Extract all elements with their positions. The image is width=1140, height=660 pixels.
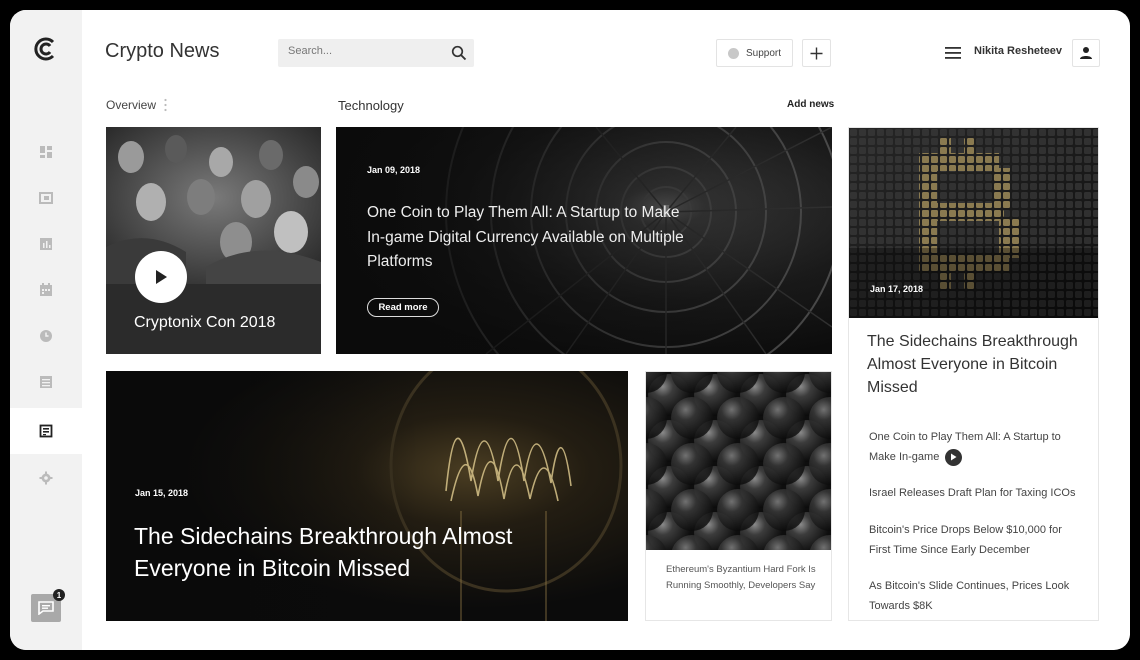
related-article-title: One Coin to Play Them All: A Startup to …	[869, 431, 1061, 463]
add-button[interactable]	[802, 39, 831, 67]
article-card-large[interactable]: Jan 15, 2018 The Sidechains Breakthrough…	[106, 371, 628, 621]
sidebar: 1	[10, 10, 82, 650]
article-title[interactable]: The Sidechains Breakthrough Almost Every…	[867, 330, 1082, 399]
dashboard-icon	[40, 146, 52, 158]
play-button[interactable]	[135, 251, 187, 303]
article-caption[interactable]: Ethereum's Byzantium Hard Fork Is Runnin…	[666, 562, 816, 593]
related-article-link[interactable]: One Coin to Play Them All: A Startup to …	[869, 427, 1079, 467]
article-date: Jan 15, 2018	[135, 488, 189, 498]
news-icon	[39, 424, 53, 438]
support-icon	[727, 47, 739, 59]
sidebar-item-analytics[interactable]	[10, 221, 82, 267]
table-icon	[40, 376, 52, 388]
related-article-link[interactable]: Israel Releases Draft Plan for Taxing IC…	[869, 483, 1079, 503]
sidebar-item-calendar[interactable]	[10, 267, 82, 313]
video-card[interactable]: Cryptonix Con 2018	[106, 127, 321, 354]
chat-unread-badge: 1	[53, 589, 65, 601]
chat-icon	[38, 601, 54, 615]
crowd-photo	[106, 127, 321, 284]
user-icon	[1080, 47, 1092, 59]
overview-link[interactable]: Overview	[106, 98, 156, 112]
support-label: Support	[745, 47, 782, 59]
search-box[interactable]	[278, 39, 474, 67]
article-title[interactable]: One Coin to Play Them All: A Startup to …	[367, 201, 687, 275]
add-news-link[interactable]: Add news	[787, 99, 834, 110]
user-name[interactable]: Nikita Resheteev	[974, 45, 1062, 57]
article-title[interactable]: The Sidechains Breakthrough Almost Every…	[134, 520, 554, 584]
more-vertical-icon[interactable]	[164, 98, 167, 112]
spheres-photo	[646, 372, 831, 550]
cards-icon	[39, 192, 53, 204]
read-more-button[interactable]: Read more	[367, 298, 439, 317]
search-icon[interactable]	[451, 45, 467, 61]
hamburger-menu-icon[interactable]	[945, 47, 961, 59]
article-date: Jan 09, 2018	[367, 165, 421, 175]
settings-icon	[39, 471, 53, 485]
play-icon[interactable]	[945, 448, 963, 466]
related-article-link[interactable]: Bitcoin's Price Drops Below $10,000 for …	[869, 520, 1079, 560]
sidebar-item-table[interactable]	[10, 359, 82, 405]
video-title: Cryptonix Con 2018	[134, 314, 276, 331]
plus-icon	[810, 47, 823, 59]
play-icon	[156, 270, 167, 284]
sidebar-item-history[interactable]	[10, 313, 82, 359]
section-title: Technology	[338, 98, 404, 113]
clock-icon	[40, 330, 52, 342]
support-button[interactable]: Support	[716, 39, 793, 67]
calendar-icon	[40, 283, 52, 296]
sidebar-article-card: Jan 17, 2018 The Sidechains Breakthrough…	[848, 127, 1099, 621]
article-date: Jan 17, 2018	[870, 284, 924, 294]
related-article-link[interactable]: As Bitcoin's Slide Continues, Prices Loo…	[869, 576, 1079, 616]
sidebar-item-news[interactable]	[10, 408, 82, 454]
sidebar-item-settings[interactable]	[10, 455, 82, 501]
featured-article-card[interactable]: Jan 09, 2018 One Coin to Play Them All: …	[336, 127, 832, 354]
article-card-small[interactable]: Ethereum's Byzantium Hard Fork Is Runnin…	[645, 371, 832, 621]
app-logo-icon[interactable]	[34, 36, 58, 62]
sidebar-item-cards[interactable]	[10, 175, 82, 221]
page-title: Crypto News	[105, 40, 220, 62]
chart-icon	[40, 238, 52, 250]
app-window: 1 Crypto News Support Nikita Resheteev O…	[10, 10, 1130, 650]
avatar[interactable]	[1072, 39, 1100, 67]
sidebar-item-dashboard[interactable]	[10, 129, 82, 175]
search-input[interactable]	[288, 45, 438, 57]
